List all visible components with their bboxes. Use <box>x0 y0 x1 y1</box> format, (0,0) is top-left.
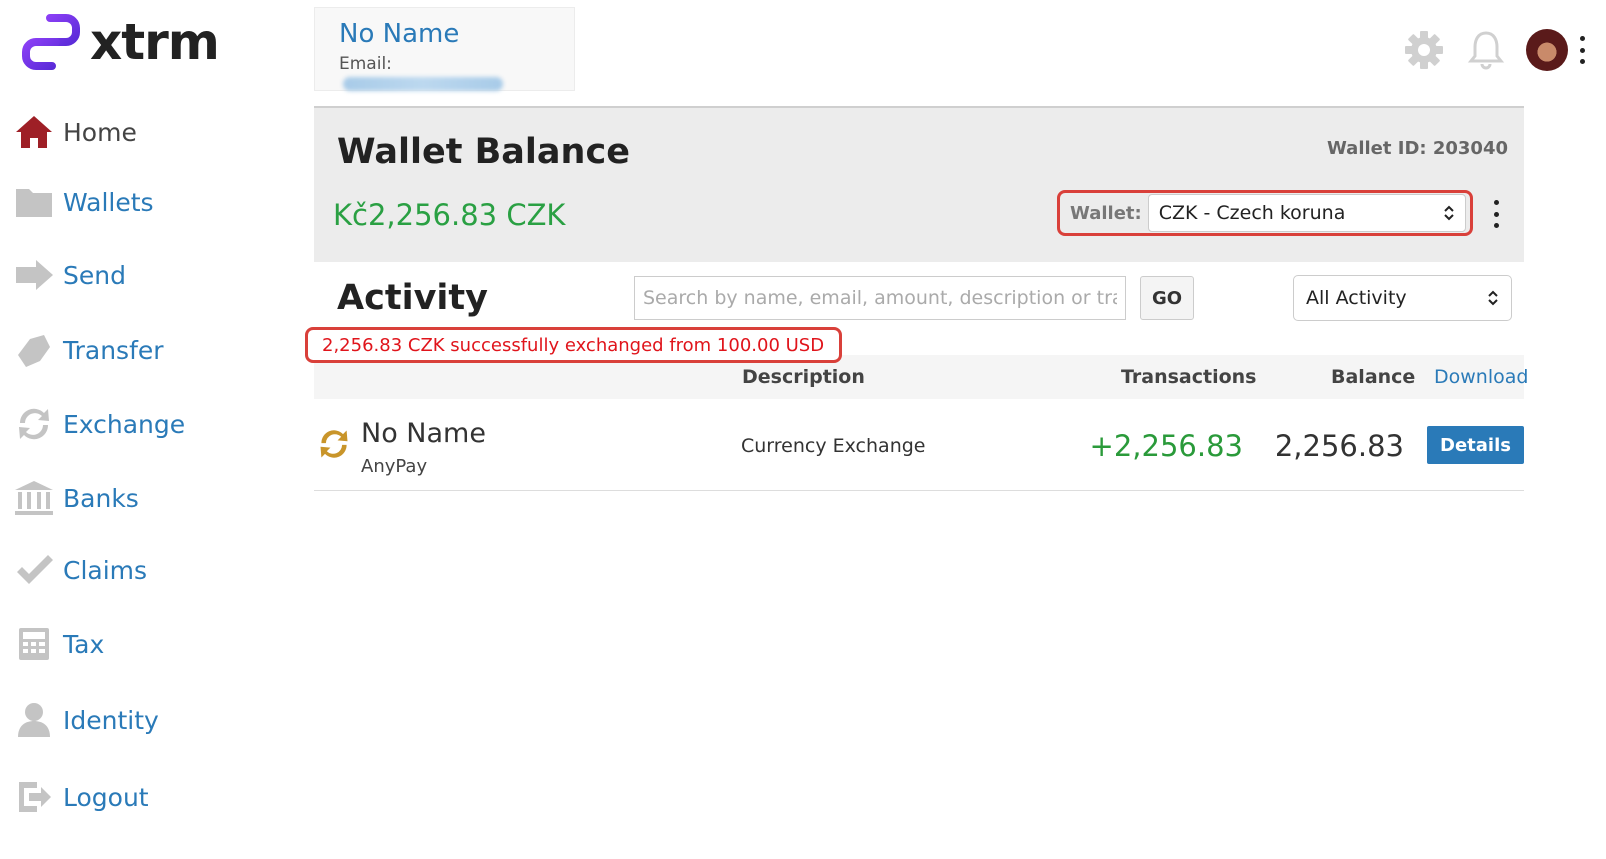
sidebar-item-label: Wallets <box>63 187 154 217</box>
activity-search-input[interactable] <box>634 276 1126 320</box>
exchange-icon <box>12 402 56 446</box>
exchange-icon <box>320 430 348 458</box>
column-balance: Balance <box>1331 366 1416 388</box>
sidebar-item-claims[interactable]: Claims <box>12 545 147 595</box>
wallet-select[interactable]: CZK - Czech koruna <box>1147 194 1466 232</box>
sidebar-item-label: Transfer <box>63 335 164 365</box>
table-row: No Name AnyPay Currency Exchange +2,256.… <box>314 400 1524 491</box>
wallet-options-kebab-icon[interactable] <box>1492 200 1500 228</box>
select-arrows-icon <box>1487 289 1499 307</box>
avatar[interactable] <box>1526 29 1568 71</box>
sidebar-item-label: Send <box>63 260 126 290</box>
bell-icon[interactable] <box>1464 28 1508 72</box>
sidebar-item-send[interactable]: Send <box>12 250 126 300</box>
sidebar-item-label: Logout <box>63 782 149 812</box>
sidebar-item-wallets[interactable]: Wallets <box>12 177 154 227</box>
wallet-id: Wallet ID: 203040 <box>1326 138 1508 159</box>
sidebar-item-label: Claims <box>63 555 148 585</box>
sidebar-item-label: Banks <box>63 483 139 513</box>
download-link[interactable]: Download <box>1434 366 1528 388</box>
sidebar-item-home[interactable]: Home <box>12 107 137 157</box>
wallet-select-label: Wallet: <box>1070 202 1142 224</box>
wallet-balance-title: Wallet Balance <box>337 132 630 172</box>
checkmark-icon <box>12 548 56 592</box>
transfer-icon <box>12 328 56 372</box>
bank-icon <box>12 476 56 520</box>
folder-icon <box>12 180 56 224</box>
profile-card[interactable]: No Name Email: <box>314 7 575 91</box>
sidebar-item-exchange[interactable]: Exchange <box>12 399 185 449</box>
calculator-icon <box>12 622 56 666</box>
wallet-balance-amount: Kč2,256.83 CZK <box>333 198 566 232</box>
kebab-menu-icon[interactable] <box>1578 36 1586 64</box>
email-label: Email: <box>339 54 392 74</box>
select-arrows-icon <box>1443 204 1455 222</box>
header-actions <box>1384 28 1586 72</box>
user-icon <box>12 698 56 742</box>
email-value-redacted <box>343 77 503 91</box>
sidebar-item-label: Identity <box>63 705 159 735</box>
activity-filter-select[interactable]: All Activity <box>1293 275 1512 321</box>
xtrm-logo-mark-icon <box>22 14 80 70</box>
logout-icon <box>12 775 56 819</box>
row-balance: 2,256.83 <box>1274 429 1404 463</box>
column-transactions: Transactions <box>1121 366 1257 388</box>
go-button[interactable]: GO <box>1140 276 1194 320</box>
row-subtitle: AnyPay <box>361 456 428 477</box>
row-name: No Name <box>361 418 486 449</box>
sidebar-item-label: Exchange <box>63 409 186 439</box>
gear-icon[interactable] <box>1402 28 1446 72</box>
wallet-balance-panel: Wallet Balance Wallet ID: 203040 Kč2,256… <box>314 106 1524 262</box>
sidebar-item-banks[interactable]: Banks <box>12 473 139 523</box>
brand-name: xtrm <box>90 13 220 71</box>
wallet-select-value: CZK - Czech koruna <box>1158 202 1346 224</box>
sidebar-item-identity[interactable]: Identity <box>12 695 159 745</box>
sidebar-item-logout[interactable]: Logout <box>12 772 149 822</box>
send-arrow-icon <box>12 253 56 297</box>
details-button[interactable]: Details <box>1427 426 1524 464</box>
exchange-success-notice: 2,256.83 CZK successfully exchanged from… <box>305 327 842 363</box>
row-description: Currency Exchange <box>741 435 926 457</box>
column-description: Description <box>742 366 865 388</box>
xtrm-logo[interactable]: xtrm <box>20 12 220 72</box>
sidebar-item-transfer[interactable]: Transfer <box>12 325 164 375</box>
profile-name: No Name <box>339 19 460 49</box>
sidebar-item-tax[interactable]: Tax <box>12 619 104 669</box>
sidebar-item-label: Home <box>63 117 137 147</box>
sidebar-item-label: Tax <box>63 629 105 659</box>
activity-title: Activity <box>337 278 488 318</box>
profile-email: Email: <box>339 54 550 94</box>
home-icon <box>12 110 56 154</box>
activity-filter-value: All Activity <box>1306 287 1407 309</box>
wallet-selector-highlight: Wallet: CZK - Czech koruna <box>1057 190 1473 236</box>
row-transaction-amount: +2,256.83 <box>1089 429 1243 463</box>
